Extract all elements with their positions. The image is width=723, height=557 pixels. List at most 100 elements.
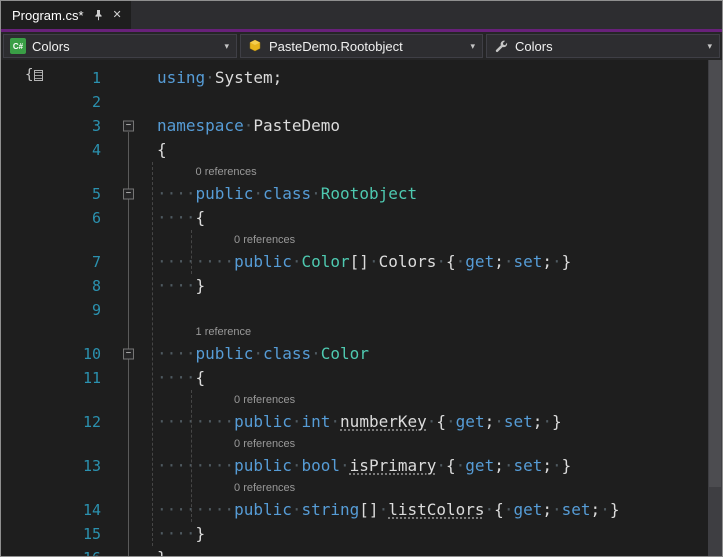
tab-bar: Program.cs* ✕ — [1, 1, 722, 29]
line-number: 5 — [91, 185, 101, 203]
codelens-references-link[interactable]: 1 reference — [149, 322, 708, 342]
code-text: ····} — [149, 274, 708, 298]
codelens-line[interactable]: 0 references — [1, 162, 708, 182]
code-line[interactable]: 2 — [1, 90, 708, 114]
code-line[interactable]: 9 — [1, 298, 708, 322]
line-number: 13 — [82, 457, 101, 475]
codelens-line[interactable]: 0 references — [1, 478, 708, 498]
margin-structure-icon[interactable]: { — [25, 68, 44, 82]
breakpoint-margin[interactable] — [1, 230, 45, 250]
breakpoint-margin[interactable] — [1, 410, 45, 434]
breakpoint-margin[interactable] — [1, 546, 45, 556]
codelens-references-link[interactable]: 0 references — [149, 162, 708, 182]
code-token: } — [552, 412, 562, 431]
breakpoint-margin[interactable] — [1, 498, 45, 522]
code-token: ; — [542, 500, 552, 519]
breakpoint-margin[interactable] — [1, 366, 45, 390]
codelens-references-link[interactable]: 0 references — [149, 230, 708, 250]
code-line[interactable]: 8 ····} — [1, 274, 708, 298]
line-number — [45, 230, 109, 250]
code-line[interactable]: 13 ········public·bool·isPrimary·{·get;·s… — [1, 454, 708, 478]
code-token: get — [513, 500, 543, 519]
codelens-line[interactable]: 0 references — [1, 230, 708, 250]
code-line[interactable]: 7 ········public·Color[]·Colors·{·get;·se… — [1, 250, 708, 274]
outlining-margin — [109, 322, 149, 342]
breakpoint-margin[interactable] — [1, 138, 45, 162]
breakpoint-margin[interactable] — [1, 390, 45, 410]
code-token: · — [503, 500, 514, 519]
breakpoint-margin[interactable] — [1, 478, 45, 498]
breakpoint-margin[interactable] — [1, 206, 45, 230]
code-token: [] — [349, 252, 369, 271]
code-token: System; — [214, 68, 283, 87]
code-line[interactable]: 14 ········public·string[]·listColors·{·g… — [1, 498, 708, 522]
code-token: · — [253, 184, 263, 203]
vertical-scrollbar[interactable] — [708, 60, 722, 556]
code-token: ···· — [157, 184, 196, 203]
chevron-down-icon[interactable]: ▾ — [222, 41, 231, 51]
breakpoint-margin[interactable] — [1, 90, 45, 114]
codelens-references-link[interactable]: 0 references — [149, 478, 708, 498]
chevron-down-icon[interactable]: ▾ — [705, 41, 714, 51]
fold-collapse-button[interactable]: − — [123, 348, 134, 360]
code-line[interactable]: 12 ········public·int·numberKey·{·get;·se… — [1, 410, 708, 434]
codelens-references-link[interactable]: 0 references — [149, 434, 708, 454]
breakpoint-margin[interactable] — [1, 434, 45, 454]
code-token: ; — [494, 456, 504, 475]
close-icon[interactable]: ✕ — [113, 9, 122, 21]
outlining-margin: − — [109, 114, 149, 138]
code-token: ···· — [157, 524, 196, 543]
code-line[interactable]: 5− ····public·class·Rootobject — [1, 182, 708, 206]
outlining-margin — [109, 298, 149, 322]
code-line[interactable]: 11 ····{ — [1, 366, 708, 390]
outlining-margin — [109, 434, 149, 454]
code-rows[interactable]: { 1 using·System; 2 3− namespace·PasteDemo 4{… — [1, 60, 708, 556]
breakpoint-margin[interactable] — [1, 322, 45, 342]
outlining-margin — [109, 410, 149, 434]
fold-collapse-button[interactable]: − — [123, 120, 134, 132]
code-token: isPrimary — [349, 456, 437, 475]
breakpoint-margin[interactable] — [1, 522, 45, 546]
code-token: Color — [320, 344, 369, 363]
line-number: 8 — [91, 277, 101, 295]
code-line[interactable]: 3 − namespace·PasteDemo — [1, 114, 708, 138]
codelens-line[interactable]: 0 references — [1, 390, 708, 410]
codelens-line[interactable]: 0 references — [1, 434, 708, 454]
code-token: · — [600, 500, 610, 519]
code-token: { — [157, 140, 167, 159]
breakpoint-margin[interactable] — [1, 250, 45, 274]
chevron-down-icon[interactable]: ▾ — [468, 41, 477, 51]
tab-strip-empty-area — [131, 1, 722, 29]
breakpoint-margin[interactable] — [1, 162, 45, 182]
breakpoint-margin[interactable] — [1, 342, 45, 366]
outlining-margin — [109, 390, 149, 410]
member-dropdown[interactable]: Colors ▾ — [486, 34, 720, 58]
breakpoint-margin[interactable] — [1, 298, 45, 322]
outlining-margin — [109, 250, 149, 274]
pin-icon[interactable] — [93, 9, 104, 21]
code-line[interactable]: 15 ····} — [1, 522, 708, 546]
code-line[interactable]: 10− ····public·class·Color — [1, 342, 708, 366]
code-token: get — [465, 252, 495, 271]
codelens-line[interactable]: 1 reference — [1, 322, 708, 342]
code-token: ; — [494, 252, 504, 271]
code-line[interactable]: 16} — [1, 546, 708, 556]
type-dropdown[interactable]: PasteDemo.Rootobject ▾ — [240, 34, 483, 58]
fold-collapse-button[interactable]: − — [123, 188, 134, 200]
code-line[interactable]: 6 ····{ — [1, 206, 708, 230]
code-token: · — [311, 344, 321, 363]
scrollbar-thumb[interactable] — [709, 60, 721, 487]
breakpoint-margin[interactable] — [1, 274, 45, 298]
breakpoint-margin[interactable] — [1, 114, 45, 138]
code-token: ; — [542, 252, 553, 271]
code-line[interactable]: 1 using·System; — [1, 66, 708, 90]
breakpoint-margin[interactable] — [1, 182, 45, 206]
outlining-margin — [109, 138, 149, 162]
breakpoint-margin[interactable] — [1, 454, 45, 478]
line-number: 1 — [91, 69, 101, 87]
tab-program-cs[interactable]: Program.cs* ✕ — [1, 1, 131, 29]
project-dropdown[interactable]: C# Colors ▾ — [3, 34, 237, 58]
codelens-references-link[interactable]: 0 references — [149, 390, 708, 410]
code-line[interactable]: 4{ — [1, 138, 708, 162]
code-token: · — [552, 500, 562, 519]
